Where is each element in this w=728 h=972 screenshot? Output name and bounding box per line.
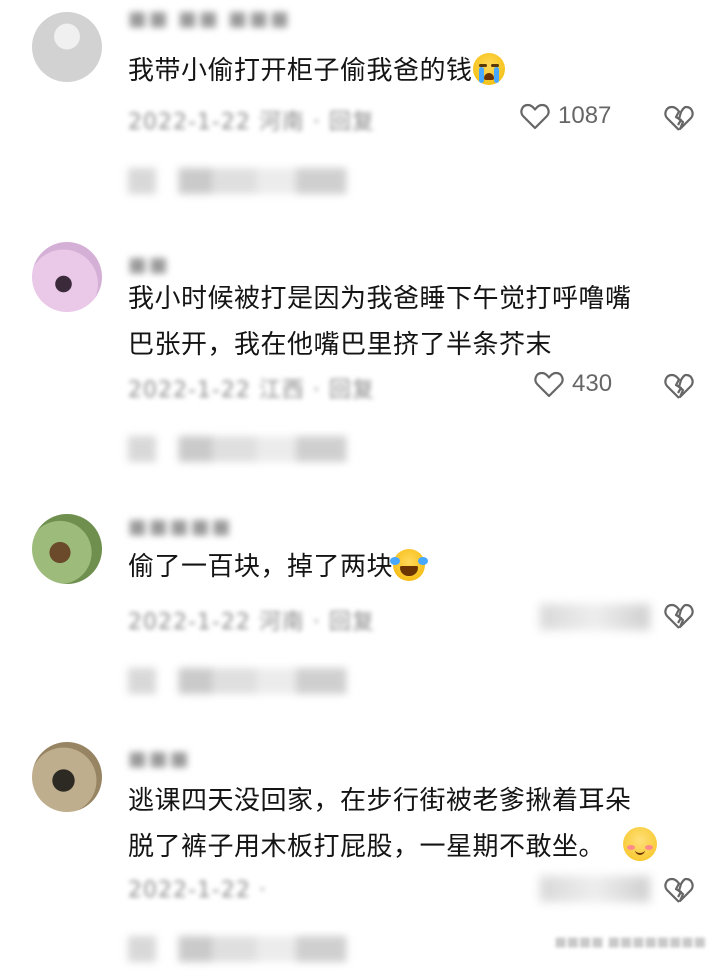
view-replies-link[interactable] bbox=[128, 668, 408, 694]
broken-heart-icon[interactable] bbox=[664, 876, 694, 904]
heart-outline-icon bbox=[534, 371, 564, 398]
comment-meta: 2022-1-22 · bbox=[128, 878, 267, 903]
comment-meta: 2022-1-22 河南 · 回复 bbox=[128, 610, 375, 635]
broken-heart-icon[interactable] bbox=[664, 104, 694, 132]
laughing-crying-face-icon bbox=[390, 549, 429, 581]
like-button[interactable]: 1087 bbox=[520, 102, 611, 130]
like-button[interactable]: 430 bbox=[534, 370, 612, 398]
like-button[interactable] bbox=[540, 876, 650, 902]
username[interactable]: ■■■■■ bbox=[128, 514, 232, 538]
avatar[interactable] bbox=[32, 242, 102, 312]
broken-heart-icon[interactable] bbox=[664, 372, 694, 400]
heart-outline-icon bbox=[520, 103, 550, 130]
comment-text-line: 脱了裤子用木板打屁股，一星期不敢坐。 bbox=[128, 832, 606, 862]
avatar[interactable] bbox=[32, 12, 102, 82]
view-replies-link[interactable] bbox=[128, 168, 408, 194]
comment-text-line: 我小时候被打是因为我爸睡下午觉打呼噜嘴 bbox=[128, 284, 632, 314]
comment-meta: 2022-1-22 江西 · 回复 bbox=[128, 378, 375, 403]
like-count: 1087 bbox=[558, 102, 612, 129]
comment-text-line: 我带小偷打开柜子偷我爸的钱 bbox=[128, 56, 473, 86]
comment-meta: 2022-1-22 河南 · 回复 bbox=[128, 110, 375, 135]
comment-text: 逃课四天没回家，在步行街被老爹揪着耳朵 脱了裤子用木板打屁股，一星期不敢坐。 bbox=[128, 778, 658, 870]
username[interactable]: ■■ ■■ ■■■ bbox=[128, 6, 291, 30]
crying-face-icon bbox=[472, 53, 505, 85]
comment-text-line: 巴张开，我在他嘴巴里挤了半条芥末 bbox=[128, 330, 553, 360]
avatar[interactable] bbox=[32, 514, 102, 584]
comment-text-line: 偷了一百块，掉了两块 bbox=[128, 552, 394, 582]
avatar[interactable] bbox=[32, 742, 102, 812]
like-count: 430 bbox=[572, 370, 613, 397]
view-replies-link[interactable] bbox=[128, 436, 408, 462]
username[interactable]: ■■■ bbox=[128, 746, 191, 770]
broken-heart-icon[interactable] bbox=[664, 602, 694, 630]
shy-face-icon bbox=[623, 827, 658, 861]
watermark: ■■■■ ■■■■■■■■ bbox=[554, 935, 706, 950]
comment-text-line: 逃课四天没回家，在步行街被老爹揪着耳朵 bbox=[128, 786, 632, 816]
comment-text: 我带小偷打开柜子偷我爸的钱 bbox=[128, 48, 505, 94]
username[interactable]: ■■ bbox=[128, 252, 170, 276]
comment-text: 我小时候被打是因为我爸睡下午觉打呼噜嘴 巴张开，我在他嘴巴里挤了半条芥末 bbox=[128, 276, 632, 368]
view-replies-link[interactable] bbox=[128, 936, 408, 962]
like-button[interactable] bbox=[540, 604, 650, 630]
comment-text: 偷了一百块，掉了两块 bbox=[128, 544, 429, 590]
